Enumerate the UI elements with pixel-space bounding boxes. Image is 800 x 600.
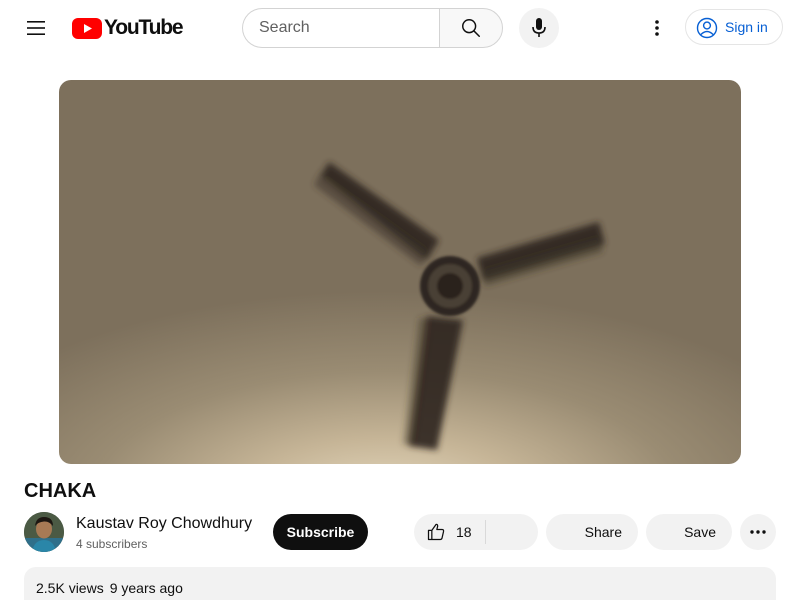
channel-avatar[interactable] bbox=[24, 512, 64, 552]
youtube-logo[interactable]: YouTube bbox=[72, 16, 184, 40]
dislike-button[interactable] bbox=[486, 514, 538, 550]
save-label: Save bbox=[684, 524, 716, 540]
search-button[interactable] bbox=[439, 8, 503, 48]
share-button[interactable]: Share bbox=[546, 514, 638, 550]
publish-date: 9 years ago bbox=[109, 580, 183, 596]
avatar-photo-icon bbox=[24, 512, 64, 552]
more-actions-button[interactable] bbox=[740, 514, 776, 550]
video-player[interactable] bbox=[59, 80, 741, 464]
like-count: 18 bbox=[456, 524, 472, 540]
microphone-icon bbox=[532, 18, 546, 37]
account-circle-icon bbox=[696, 17, 718, 39]
youtube-play-logo-icon bbox=[72, 17, 102, 39]
like-button[interactable]: 18 bbox=[414, 514, 486, 550]
share-label: Share bbox=[584, 524, 622, 540]
search-icon bbox=[462, 19, 480, 37]
hamburger-menu-icon bbox=[27, 21, 45, 35]
voice-search-button[interactable] bbox=[519, 8, 559, 48]
thumbs-up-icon bbox=[427, 523, 445, 541]
channel-name[interactable]: Kaustav Roy Chowdhury bbox=[76, 513, 252, 535]
settings-more-button[interactable] bbox=[637, 8, 677, 48]
sign-in-button[interactable]: Sign in bbox=[685, 9, 783, 45]
video-frame-ceiling-fan bbox=[314, 162, 605, 450]
like-dislike-group: 18 bbox=[414, 514, 538, 550]
subscriber-count: 4 subscribers bbox=[76, 537, 148, 551]
video-meta-info: 2.5K views 9 years ago bbox=[36, 580, 183, 596]
view-count: 2.5K views bbox=[36, 580, 104, 596]
masthead: YouTube Sign in bbox=[0, 0, 800, 56]
search-input[interactable] bbox=[259, 19, 440, 37]
sign-in-label: Sign in bbox=[725, 19, 768, 35]
vertical-dots-icon bbox=[655, 20, 659, 36]
horizontal-dots-icon bbox=[750, 530, 766, 534]
save-button[interactable]: Save bbox=[646, 514, 732, 550]
video-title: CHAKA bbox=[24, 480, 97, 502]
logo-wordmark: YouTube bbox=[104, 16, 184, 39]
search-box[interactable] bbox=[242, 8, 440, 48]
description-box[interactable]: 2.5K views 9 years ago bbox=[24, 567, 776, 600]
subscribe-button[interactable]: Subscribe bbox=[273, 514, 368, 550]
guide-menu-button[interactable] bbox=[16, 8, 56, 48]
